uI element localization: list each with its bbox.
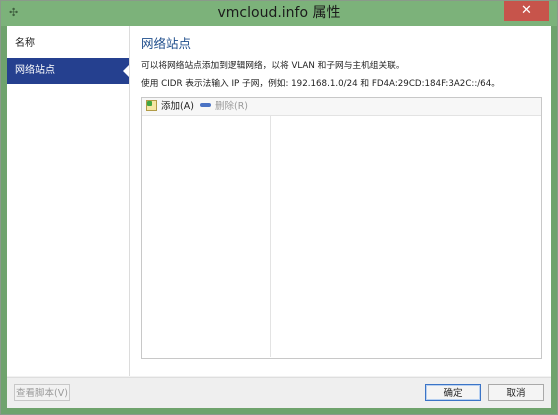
selection-arrow-icon [123,65,129,77]
delete-label: 删除(R) [215,101,249,112]
sidebar: 名称 网络站点 [7,26,130,376]
add-button[interactable]: 添加(A) [146,98,194,115]
toolbar: 添加(A) 删除(R) [142,98,541,116]
cancel-button[interactable]: 取消 [488,384,544,401]
close-button[interactable]: ✕ [504,1,549,21]
add-label: 添加(A) [161,101,194,112]
add-site-icon [146,100,157,111]
dialog-footer: 查看脚本(V) 确定 取消 [7,377,551,408]
network-sites-list[interactable] [142,116,271,357]
sidebar-item-label: 网络站点 [15,65,55,76]
network-sites-panel: 添加(A) 删除(R) [141,97,542,359]
window-title: vmcloud.info 属性 [217,5,341,21]
properties-window: ✣ vmcloud.info 属性 ✕ 名称 网络站点 网络站点 可以将网络站点… [0,0,558,415]
cidr-hint-text: 使用 CIDR 表示法输入 IP 子网，例如: 192.168.1.0/24 和… [141,79,500,89]
ok-button[interactable]: 确定 [425,384,481,401]
description-text: 可以将网络站点添加到逻辑网络，以将 VLAN 和子网与主机组关联。 [141,61,405,71]
dialog-client-area: 名称 网络站点 网络站点 可以将网络站点添加到逻辑网络，以将 VLAN 和子网与… [7,26,551,408]
sidebar-item-name[interactable]: 名称 [7,31,129,57]
sidebar-item-label: 名称 [15,38,35,49]
page-title: 网络站点 [141,36,192,51]
main-content: 网络站点 可以将网络站点添加到逻辑网络，以将 VLAN 和子网与主机组关联。 使… [130,26,551,376]
view-script-button[interactable]: 查看脚本(V) [14,384,70,401]
delete-button[interactable]: 删除(R) [200,98,248,115]
sidebar-item-network-sites[interactable]: 网络站点 [7,58,129,84]
remove-icon [200,103,211,107]
title-bar[interactable]: ✣ vmcloud.info 属性 ✕ [1,1,557,26]
